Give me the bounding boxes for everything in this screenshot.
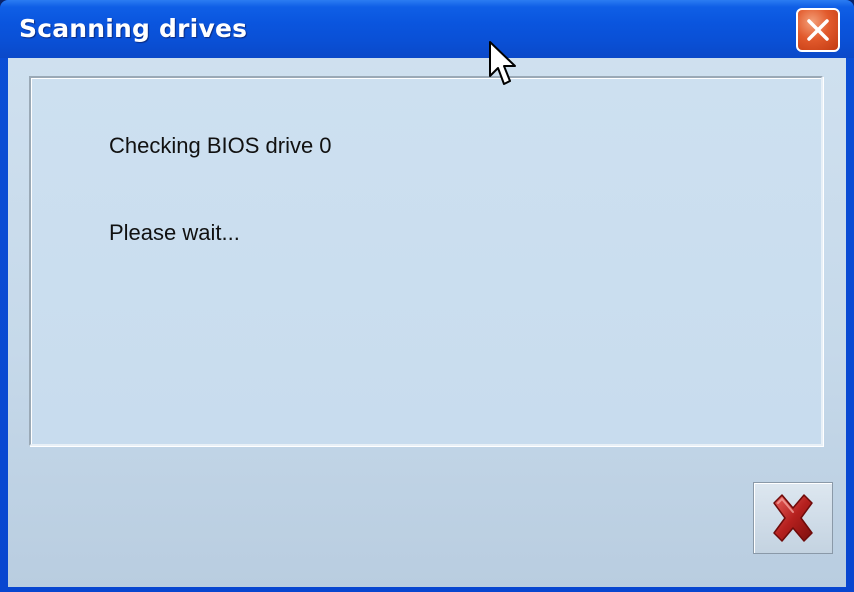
please-wait-text: Please wait...: [109, 220, 240, 245]
window-title: Scanning drives: [19, 14, 248, 43]
dialog-body: Checking BIOS drive 0 Please wait...: [8, 58, 846, 587]
status-panel: Checking BIOS drive 0 Please wait...: [29, 76, 823, 446]
scanning-drives-dialog: Scanning drives Checking BIOS drive 0 Pl…: [0, 0, 854, 592]
mouse-cursor-icon: [488, 40, 518, 88]
cancel-button[interactable]: [753, 482, 833, 554]
title-bar[interactable]: Scanning drives: [0, 0, 854, 58]
scan-status-text: Checking BIOS drive 0: [109, 133, 332, 158]
close-button[interactable]: [796, 8, 840, 52]
